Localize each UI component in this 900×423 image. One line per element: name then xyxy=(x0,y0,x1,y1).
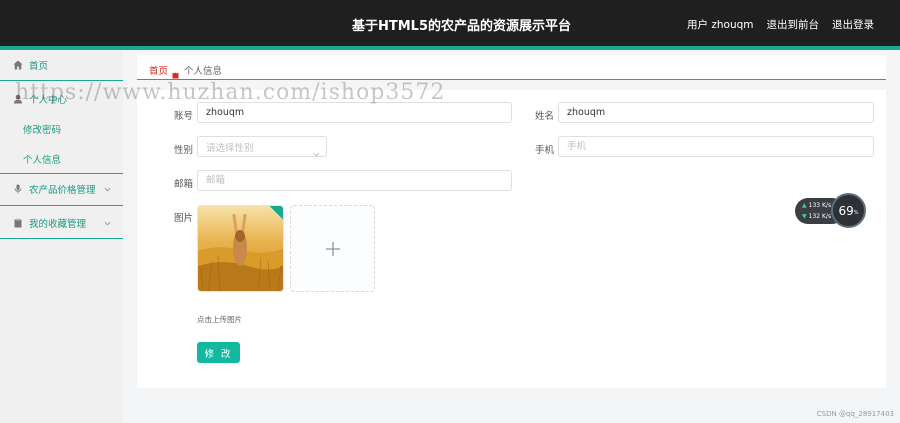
flag-separator-icon xyxy=(172,64,179,79)
divider xyxy=(0,205,123,206)
sidebar: 首页 个人中心 修改密码 个人信息 农产品价格管理 我的收藏管理 xyxy=(0,50,123,423)
sidebar-item-label: 我的收藏管理 xyxy=(29,219,87,230)
breadcrumb-home-link[interactable]: 首页 xyxy=(149,63,168,77)
sidebar-item-home[interactable]: 首页 xyxy=(0,50,123,80)
upload-hint: 点击上传图片 xyxy=(197,315,242,324)
user-label[interactable]: 用户 zhouqm xyxy=(687,17,753,32)
name-label: 姓名 xyxy=(535,111,555,122)
breadcrumb-current: 个人信息 xyxy=(184,66,223,77)
image-upload-button[interactable] xyxy=(290,205,375,292)
sidebar-item-label: 个人中心 xyxy=(29,95,68,106)
home-icon xyxy=(13,60,23,70)
download-speed-unit: K/s xyxy=(822,213,832,220)
gender-select[interactable]: 请选择性别 xyxy=(197,136,327,157)
sidebar-item-personal-center[interactable]: 个人中心 xyxy=(0,84,123,114)
exit-to-front-link[interactable]: 退出到前台 xyxy=(767,17,820,32)
phone-field[interactable] xyxy=(558,136,874,157)
user-icon xyxy=(13,94,23,104)
download-speed: ▼ 132 K/s xyxy=(802,213,831,220)
email-label: 邮箱 xyxy=(174,179,194,190)
arrow-up-icon: ▲ xyxy=(802,202,807,209)
top-bar: 基于HTML5的农产品的资源展示平台 用户 zhouqm 退出到前台 退出登录 xyxy=(0,0,900,46)
submit-button[interactable]: 修 改 xyxy=(197,342,240,363)
gender-select-display[interactable]: 请选择性别 xyxy=(197,136,327,157)
sidebar-item-label: 首页 xyxy=(29,61,49,72)
chevron-down-icon xyxy=(104,219,111,226)
usage-percent-unit: % xyxy=(853,209,859,216)
divider xyxy=(0,80,123,81)
sidebar-item-favorites-management[interactable]: 我的收藏管理 xyxy=(0,208,123,238)
phone-label: 手机 xyxy=(535,145,555,156)
top-bar-accent xyxy=(0,46,900,50)
sidebar-item-label: 农产品价格管理 xyxy=(29,185,96,196)
plus-icon xyxy=(325,241,340,256)
sidebar-item-price-management[interactable]: 农产品价格管理 xyxy=(0,174,123,204)
uploaded-image-thumbnail[interactable] xyxy=(197,205,284,292)
image-label: 图片 xyxy=(174,213,194,224)
top-links: 用户 zhouqm 退出到前台 退出登录 xyxy=(687,17,874,32)
chevron-down-icon xyxy=(104,185,111,192)
account-field[interactable] xyxy=(197,102,512,123)
upload-speed-unit: K/s xyxy=(822,202,832,209)
clipboard-icon xyxy=(13,218,23,228)
download-speed-value: 132 xyxy=(808,213,821,220)
upload-speed: ▲ 133 K/s xyxy=(802,202,831,209)
email-field[interactable] xyxy=(197,170,512,191)
divider xyxy=(0,238,123,239)
upload-speed-value: 133 xyxy=(808,202,821,209)
microphone-icon xyxy=(13,184,23,194)
breadcrumb: 首页 个人信息 xyxy=(137,55,886,80)
wheat-field-photo xyxy=(198,206,283,291)
usage-percent: 69 xyxy=(838,203,854,218)
name-field[interactable] xyxy=(558,102,874,123)
account-label: 账号 xyxy=(174,111,194,122)
usage-gauge: 69% xyxy=(831,193,866,228)
gender-label: 性别 xyxy=(174,145,194,156)
credit-text: CSDN @qq_28917403 xyxy=(816,410,894,418)
chevron-down-icon xyxy=(313,143,320,157)
sidebar-subitem-change-password[interactable]: 修改密码 xyxy=(23,122,61,136)
logout-link[interactable]: 退出登录 xyxy=(832,17,874,32)
sidebar-subitem-personal-info[interactable]: 个人信息 xyxy=(23,152,61,166)
app-title: 基于HTML5的农产品的资源展示平台 xyxy=(352,19,572,34)
network-speed-widget[interactable]: ▲ 133 K/s ▼ 132 K/s 69% xyxy=(795,193,866,228)
arrow-down-icon: ▼ xyxy=(802,213,807,220)
